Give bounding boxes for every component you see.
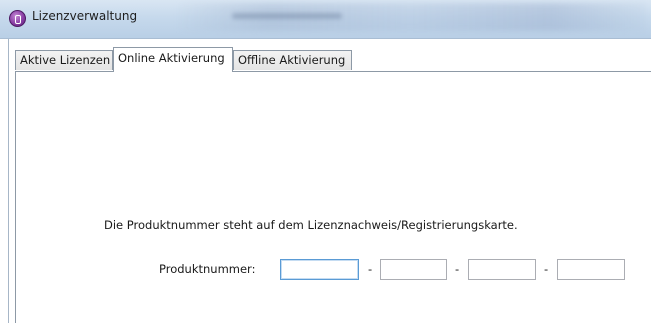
app-icon (9, 10, 26, 27)
product-number-separator: - (455, 262, 460, 276)
tab-aktive-lizenzen[interactable]: Aktive Lizenzen (15, 50, 113, 70)
product-number-separator: - (544, 262, 549, 276)
title-bar[interactable]: Lizenzverwaltung (0, 0, 651, 39)
blurred-title-text (232, 13, 342, 19)
tab-online-aktivierung[interactable]: Online Aktivierung (113, 47, 233, 72)
tab-panel-border (15, 71, 651, 72)
product-number-separator: - (368, 262, 373, 276)
tab-panel-left-border (15, 71, 16, 323)
product-number-info-text: Die Produktnummer steht auf dem Lizenzna… (104, 218, 518, 232)
product-number-field-4[interactable] (557, 259, 625, 280)
window-title: Lizenzverwaltung (32, 9, 138, 23)
product-number-label: Produktnummer: (159, 262, 256, 276)
window-frame-left (8, 39, 9, 323)
product-number-field-2[interactable] (380, 259, 447, 280)
tab-offline-aktivierung[interactable]: Offline Aktivierung (233, 50, 352, 70)
product-number-field-1[interactable] (280, 259, 359, 280)
license-manager-window: Lizenzverwaltung Aktive Lizenzen Online … (0, 0, 651, 323)
product-number-field-3[interactable] (468, 259, 536, 280)
